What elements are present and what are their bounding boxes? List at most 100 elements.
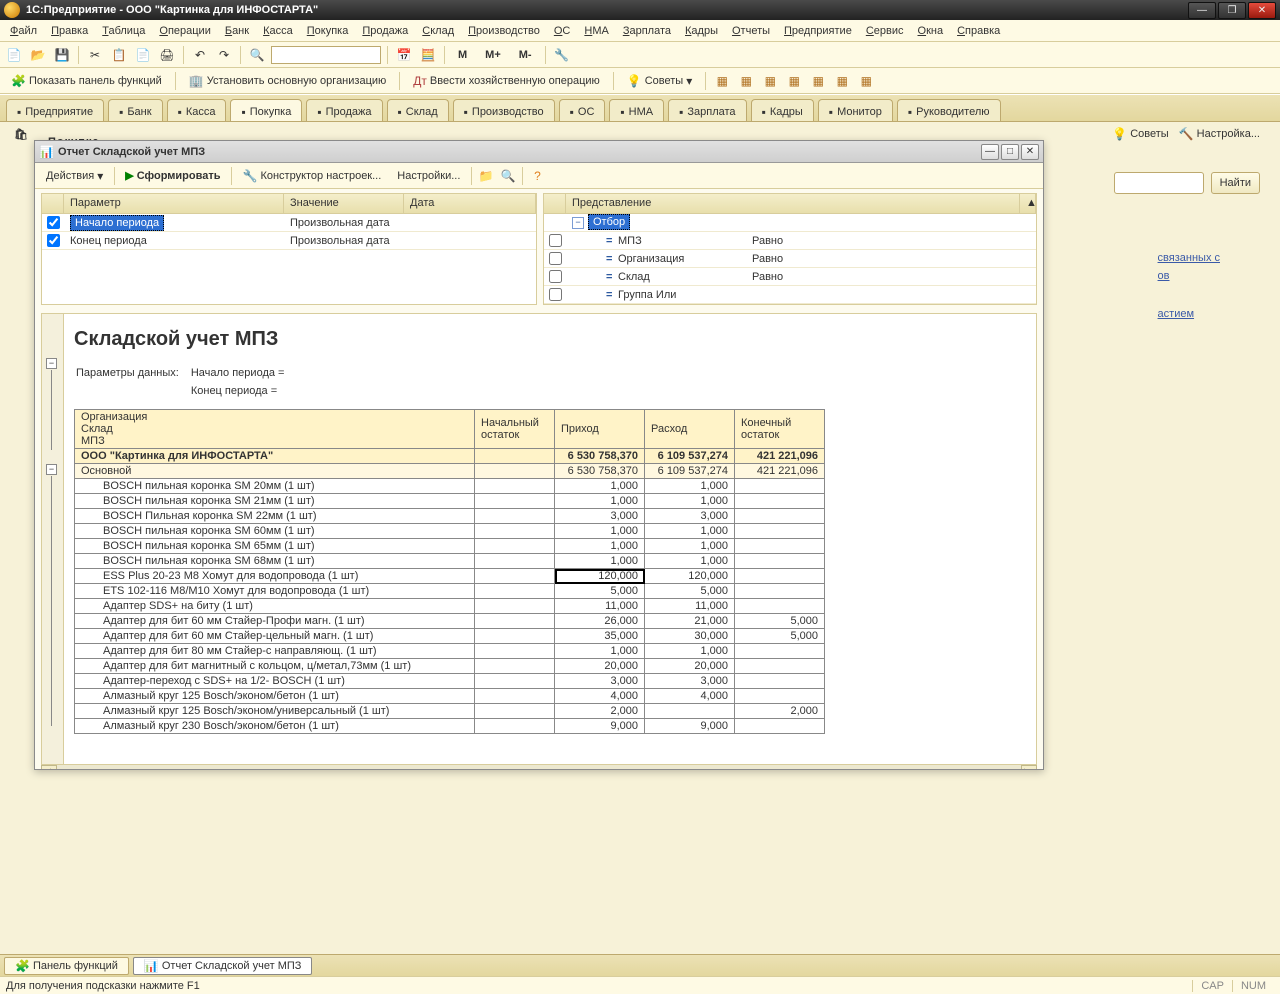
grid-row[interactable]: Адаптер для бит 60 мм Стайер-цельный маг…: [75, 629, 825, 644]
constructor-button[interactable]: 🔧Конструктор настроек...: [236, 167, 389, 185]
module-tab-руководителю[interactable]: ▪Руководителю: [897, 99, 1001, 121]
find-button[interactable]: Найти: [1211, 172, 1260, 194]
grid-row[interactable]: Адаптер для бит 80 мм Стайер-с направляю…: [75, 644, 825, 659]
calendar-icon[interactable]: 📅: [394, 45, 414, 65]
menu-продажа[interactable]: Продажа: [356, 23, 414, 39]
right-link-1[interactable]: связанных с: [1158, 252, 1220, 264]
collapse-icon[interactable]: −: [572, 217, 584, 229]
grid-row[interactable]: BOSCH пильная коронка SM 21мм (1 шт)1,00…: [75, 494, 825, 509]
grid-row[interactable]: Адаптер-переход с SDS+ на 1/2- BOSCH (1 …: [75, 674, 825, 689]
tool-icon-1[interactable]: 📁: [476, 166, 496, 186]
tb-icon-5[interactable]: ▦: [808, 71, 828, 91]
search-icon[interactable]: 🔍: [247, 45, 267, 65]
enter-op-button[interactable]: ДтВвести хозяйственную операцию: [406, 72, 607, 90]
menu-сервис[interactable]: Сервис: [860, 23, 910, 39]
filter-check[interactable]: [549, 270, 562, 283]
menu-отчеты[interactable]: Отчеты: [726, 23, 776, 39]
menu-касса[interactable]: Касса: [257, 23, 299, 39]
filter-row[interactable]: =Группа Или: [544, 286, 1036, 304]
grid-row[interactable]: BOSCH пильная коронка SM 20мм (1 шт)1,00…: [75, 479, 825, 494]
paste-icon[interactable]: 📄: [133, 45, 153, 65]
module-tab-зарплата[interactable]: ▪Зарплата: [668, 99, 746, 121]
module-tab-покупка[interactable]: ▪Покупка: [230, 99, 302, 121]
menu-покупка[interactable]: Покупка: [301, 23, 355, 39]
open-icon[interactable]: 📂: [28, 45, 48, 65]
menu-склад[interactable]: Склад: [416, 23, 460, 39]
module-tab-нма[interactable]: ▪НМА: [609, 99, 664, 121]
menu-ос[interactable]: ОС: [548, 23, 577, 39]
scroll-right-icon[interactable]: ►: [1021, 765, 1037, 769]
module-tab-монитор[interactable]: ▪Монитор: [818, 99, 893, 121]
filter-check[interactable]: [549, 252, 562, 265]
minimize-button[interactable]: —: [1188, 2, 1216, 19]
form-button[interactable]: ▶Сформировать: [119, 167, 226, 184]
grid-row[interactable]: Адаптер для бит магнитный с кольцом, ц/м…: [75, 659, 825, 674]
module-tab-производство[interactable]: ▪Производство: [453, 99, 555, 121]
set-org-button[interactable]: 🏢Установить основную организацию: [182, 72, 393, 90]
module-tab-предприятие[interactable]: ▪Предприятие: [6, 99, 104, 121]
search-field[interactable]: [271, 46, 381, 64]
menu-таблица[interactable]: Таблица: [96, 23, 151, 39]
calc-icon[interactable]: 🧮: [418, 45, 438, 65]
grid-row[interactable]: ООО "Картинка для ИНФОСТАРТА"6 530 758,3…: [75, 449, 825, 464]
menu-файл[interactable]: Файл: [4, 23, 43, 39]
filter-row[interactable]: =СкладРавно: [544, 268, 1036, 286]
menu-кадры[interactable]: Кадры: [679, 23, 724, 39]
print-icon[interactable]: 🖨: [157, 45, 177, 65]
menu-зарплата[interactable]: Зарплата: [617, 23, 677, 39]
grid-row[interactable]: Алмазный круг 125 Bosch/эконом/универсал…: [75, 704, 825, 719]
wrench-icon[interactable]: 🔧: [552, 45, 572, 65]
close-button[interactable]: ✕: [1248, 2, 1276, 19]
report-window-titlebar[interactable]: 📊 Отчет Складской учет МПЗ — □ ✕: [35, 141, 1043, 163]
help-icon[interactable]: ?: [527, 166, 547, 186]
cut-icon[interactable]: ✂: [85, 45, 105, 65]
report-grid[interactable]: Организация Склад МПЗ Начальный остаток …: [74, 409, 825, 734]
tips-button[interactable]: 💡Советы▾: [620, 72, 699, 90]
menu-операции[interactable]: Операции: [153, 23, 216, 39]
m-plus[interactable]: M+: [478, 46, 508, 64]
win-minimize-icon[interactable]: —: [981, 144, 999, 160]
grid-row[interactable]: BOSCH Пильная коронка SM 22мм (1 шт)3,00…: [75, 509, 825, 524]
param-row[interactable]: Начало периодаПроизвольная дата: [42, 214, 536, 232]
collapse-2[interactable]: −: [46, 464, 57, 475]
grid-row[interactable]: Алмазный круг 230 Bosch/эконом/бетон (1 …: [75, 719, 825, 734]
tb-icon-7[interactable]: ▦: [856, 71, 876, 91]
copy-icon[interactable]: 📋: [109, 45, 129, 65]
menu-окна[interactable]: Окна: [912, 23, 950, 39]
param-check[interactable]: [47, 216, 60, 229]
tb-icon-3[interactable]: ▦: [760, 71, 780, 91]
filter-row[interactable]: =ОрганизацияРавно: [544, 250, 1036, 268]
menu-производство[interactable]: Производство: [462, 23, 546, 39]
new-icon[interactable]: 📄: [4, 45, 24, 65]
grid-row[interactable]: Адаптер SDS+ на биту (1 шт)11,00011,000: [75, 599, 825, 614]
grid-row[interactable]: BOSCH пильная коронка SM 68мм (1 шт)1,00…: [75, 554, 825, 569]
tb-icon-2[interactable]: ▦: [736, 71, 756, 91]
page-search-input[interactable]: [1114, 172, 1204, 194]
settings-link[interactable]: 🔨Настройка...: [1179, 128, 1260, 140]
module-tab-касса[interactable]: ▪Касса: [167, 99, 227, 121]
main-menu[interactable]: ФайлПравкаТаблицаОперацииБанкКассаПокупк…: [0, 20, 1280, 42]
tb-icon-4[interactable]: ▦: [784, 71, 804, 91]
menu-нма[interactable]: НМА: [578, 23, 614, 39]
menu-справка[interactable]: Справка: [951, 23, 1006, 39]
m-indicator[interactable]: M: [451, 46, 474, 64]
module-tab-склад[interactable]: ▪Склад: [387, 99, 449, 121]
module-tab-продажа[interactable]: ▪Продажа: [306, 99, 382, 121]
filter-row[interactable]: =МПЗРавно: [544, 232, 1036, 250]
tb-icon-6[interactable]: ▦: [832, 71, 852, 91]
grid-row[interactable]: Адаптер для бит 60 мм Стайер-Профи магн.…: [75, 614, 825, 629]
actions-button[interactable]: Действия▾: [39, 167, 110, 185]
tb-icon-1[interactable]: ▦: [712, 71, 732, 91]
grid-row[interactable]: Основной6 530 758,3706 109 537,274421 22…: [75, 464, 825, 479]
right-link-3[interactable]: астием: [1158, 308, 1220, 320]
tool-icon-2[interactable]: 🔍: [498, 166, 518, 186]
filter-root[interactable]: −Отбор: [544, 214, 1036, 232]
task-report[interactable]: 📊Отчет Складской учет МПЗ: [133, 957, 313, 975]
menu-правка[interactable]: Правка: [45, 23, 94, 39]
menu-банк[interactable]: Банк: [219, 23, 255, 39]
task-panel[interactable]: 🧩Панель функций: [4, 957, 129, 975]
m-minus[interactable]: M-: [512, 46, 539, 64]
param-check[interactable]: [47, 234, 60, 247]
filter-check[interactable]: [549, 288, 562, 301]
grid-row[interactable]: BOSCH пильная коронка SM 65мм (1 шт)1,00…: [75, 539, 825, 554]
